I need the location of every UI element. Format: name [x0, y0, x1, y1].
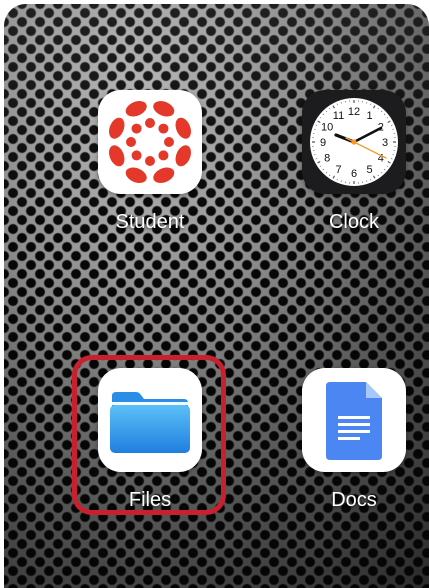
app-label-docs: Docs — [331, 489, 377, 511]
app-student[interactable]: Student — [90, 90, 210, 234]
clock-numeral: 1 — [366, 110, 372, 122]
clock-numeral: 9 — [320, 137, 326, 149]
clock-numeral: 5 — [366, 164, 372, 176]
clock-numeral: 11 — [333, 110, 344, 122]
clock-numeral: 7 — [335, 164, 341, 176]
clock-icon: 121234567891011 — [302, 90, 406, 194]
clock-numeral: 6 — [351, 168, 357, 180]
app-label-student: Student — [115, 211, 185, 233]
files-highlight-outline — [72, 355, 226, 515]
app-label-clock: Clock — [328, 211, 379, 233]
google-docs-icon — [302, 368, 406, 472]
clock-numeral: 8 — [324, 153, 330, 165]
home-screen: Student 121234567891011 Clock — [4, 4, 429, 588]
app-clock[interactable]: 121234567891011 Clock — [294, 90, 414, 234]
clock-numeral: 3 — [382, 137, 388, 149]
clock-numeral: 12 — [348, 106, 360, 118]
app-docs[interactable]: Docs — [294, 368, 414, 512]
clock-numeral: 10 — [321, 122, 333, 134]
canvas-student-icon — [98, 90, 202, 194]
